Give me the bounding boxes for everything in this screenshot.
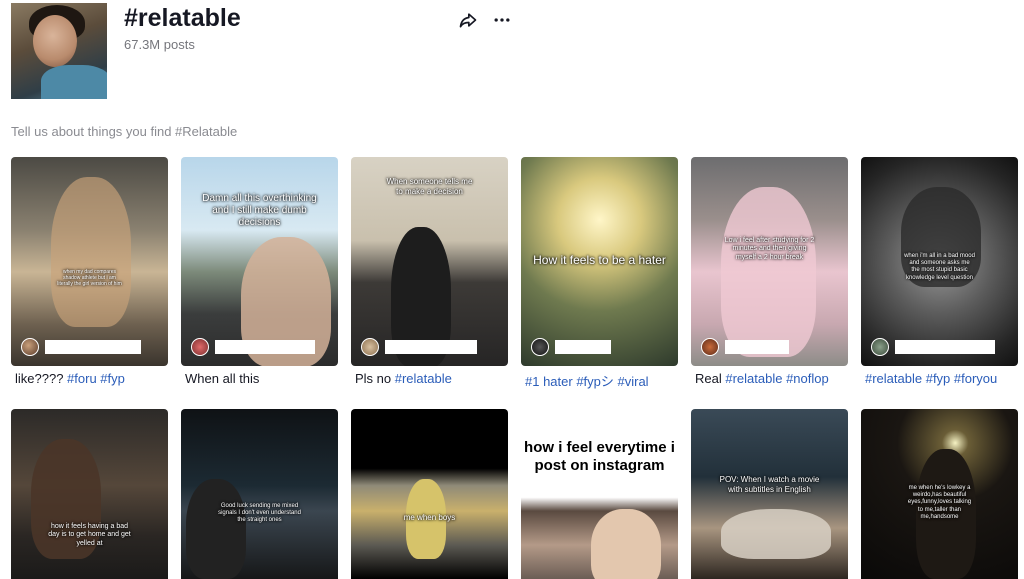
caption-hashtags[interactable]: #foru #fyp	[67, 371, 125, 386]
video-card-10[interactable]: how i feel everytime i post on instagram	[521, 409, 678, 579]
video-thumbnail[interactable]: Low i feel after studying for 2 minutes …	[691, 157, 848, 366]
caption-text: like????	[15, 371, 68, 386]
thumbnail-figure	[186, 479, 246, 579]
video-caption[interactable]: #relatable #fyp #foryou	[865, 371, 997, 386]
more-options-button[interactable]	[490, 8, 514, 32]
creator-info	[871, 338, 995, 356]
video-overlay-text: me when he's lowkey a weirdo,has beautif…	[907, 485, 972, 520]
video-caption[interactable]: #1 hater #fypシ #viral	[525, 371, 649, 390]
video-card-2[interactable]: Damn all this overthinking and I still m…	[181, 157, 338, 386]
share-arrow-icon	[459, 13, 477, 28]
video-caption[interactable]: Pls no #relatable	[355, 371, 452, 386]
creator-info	[21, 338, 141, 356]
video-card-12[interactable]: me when he's lowkey a weirdo,has beautif…	[861, 409, 1018, 579]
video-thumbnail[interactable]: POV: When I watch a movie with subtitles…	[691, 409, 848, 579]
caption-hashtags[interactable]: #1 hater #fypシ #viral	[525, 374, 649, 389]
video-overlay-text: how i feel everytime i post on instagram	[524, 439, 675, 474]
video-card-6[interactable]: when i'm all in a bad mood and someone a…	[861, 157, 1018, 386]
video-caption[interactable]: When all this	[185, 371, 259, 386]
creator-name-redacted	[895, 340, 995, 354]
video-overlay-text: when i'm all in a bad mood and someone a…	[904, 253, 975, 281]
video-overlay-text: How it feels to be a hater	[533, 253, 666, 267]
video-overlay-text: Good luck sending me mixed signals I don…	[218, 503, 301, 524]
creator-avatar	[531, 338, 549, 356]
video-thumbnail[interactable]: How it feels to be a hater	[521, 157, 678, 366]
video-thumbnail[interactable]: how i feel everytime i post on instagram	[521, 409, 678, 579]
creator-name-redacted	[555, 340, 611, 354]
video-overlay-text: how it feels having a bad day is to get …	[48, 523, 131, 547]
video-thumbnail[interactable]: me when he's lowkey a weirdo,has beautif…	[861, 409, 1018, 579]
video-card-7[interactable]: how it feels having a bad day is to get …	[11, 409, 168, 579]
avatar-shoulder	[41, 65, 107, 99]
feedback-prompt[interactable]: Tell us about things you find #Relatable	[11, 124, 237, 139]
thumbnail-figure	[721, 187, 816, 357]
video-card-11[interactable]: POV: When I watch a movie with subtitles…	[691, 409, 848, 579]
creator-info	[701, 338, 789, 356]
creator-name-redacted	[385, 340, 477, 354]
creator-avatar	[701, 338, 719, 356]
video-caption[interactable]: Real #relatable #noflop	[695, 371, 829, 386]
video-card-5[interactable]: Low i feel after studying for 2 minutes …	[691, 157, 848, 386]
video-thumbnail[interactable]: when my dad compares shadow athlete but …	[11, 157, 168, 366]
share-button[interactable]	[456, 8, 480, 32]
caption-hashtags[interactable]: #relatable #noflop	[725, 371, 828, 386]
video-card-8[interactable]: Good luck sending me mixed signals I don…	[181, 409, 338, 579]
caption-text: Pls no	[355, 371, 395, 386]
ellipsis-icon	[494, 18, 510, 22]
video-overlay-text: POV: When I watch a movie with subtitles…	[719, 475, 820, 494]
video-card-9[interactable]: me when boys	[351, 409, 508, 579]
video-card-1[interactable]: when my dad compares shadow athlete but …	[11, 157, 168, 386]
video-overlay-text: Low i feel after studying for 2 minutes …	[724, 237, 815, 261]
post-count: 67.3M posts	[124, 37, 195, 52]
creator-name-redacted	[725, 340, 789, 354]
video-thumbnail[interactable]: Good luck sending me mixed signals I don…	[181, 409, 338, 579]
creator-info	[531, 338, 611, 356]
creator-avatar	[871, 338, 889, 356]
hashtag-header: #relatable 67.3M posts	[0, 0, 1024, 110]
video-caption[interactable]: like???? #foru #fyp	[15, 371, 125, 386]
video-overlay-text: when my dad compares shadow athlete but …	[57, 269, 122, 287]
thumbnail-figure	[591, 509, 661, 579]
video-overlay-text: When someone tells me to make a decision	[386, 177, 473, 196]
video-card-4[interactable]: How it feels to be a hater #1 hater #fyp…	[521, 157, 678, 389]
creator-avatar	[361, 338, 379, 356]
caption-text: When all this	[185, 371, 260, 386]
video-card-3[interactable]: When someone tells me to make a decision…	[351, 157, 508, 386]
creator-avatar	[191, 338, 209, 356]
thumbnail-figure	[51, 177, 131, 327]
caption-text: Real	[695, 371, 726, 386]
creator-avatar	[21, 338, 39, 356]
video-thumbnail[interactable]: me when boys	[351, 409, 508, 579]
creator-name-redacted	[45, 340, 141, 354]
video-overlay-text: me when boys	[403, 513, 456, 522]
creator-info	[191, 338, 315, 356]
hashtag-avatar	[11, 3, 107, 99]
avatar-face	[33, 15, 77, 67]
video-thumbnail[interactable]: Damn all this overthinking and I still m…	[181, 157, 338, 366]
video-thumbnail[interactable]: When someone tells me to make a decision	[351, 157, 508, 366]
thumbnail-figure	[721, 509, 831, 559]
video-thumbnail[interactable]: how it feels having a bad day is to get …	[11, 409, 168, 579]
caption-hashtags[interactable]: #relatable	[395, 371, 452, 386]
creator-name-redacted	[215, 340, 315, 354]
caption-hashtags[interactable]: #relatable #fyp #foryou	[865, 371, 997, 386]
hashtag-page: #relatable 67.3M posts Tell us about thi…	[0, 0, 1024, 579]
page-title: #relatable	[124, 4, 241, 32]
video-thumbnail[interactable]: when i'm all in a bad mood and someone a…	[861, 157, 1018, 366]
creator-info	[361, 338, 477, 356]
video-overlay-text: Damn all this overthinking and I still m…	[202, 193, 317, 228]
